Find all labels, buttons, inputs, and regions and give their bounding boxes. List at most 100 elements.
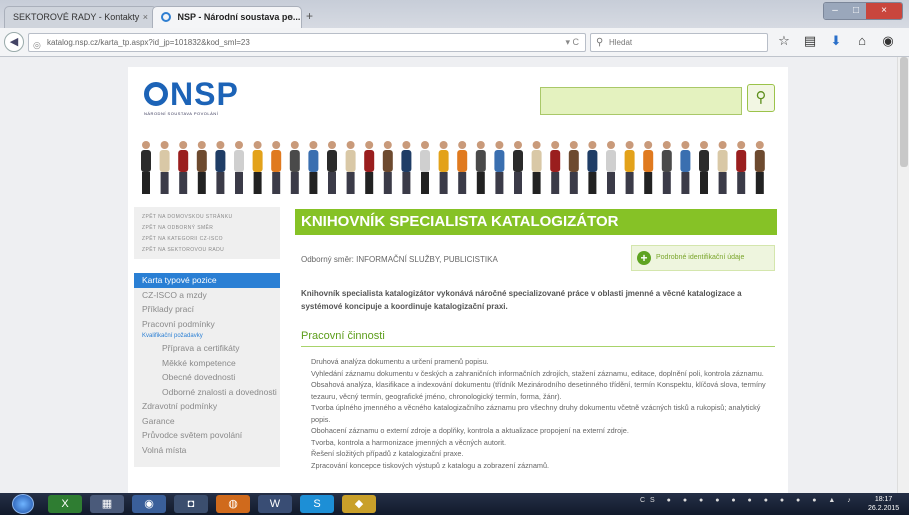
person-figure — [754, 141, 765, 194]
plus-circle-icon: + — [637, 251, 651, 265]
url-bar[interactable]: ◎ katalog.nsp.cz/karta_tp.aspx?id_jp=101… — [28, 33, 586, 52]
person-figure — [606, 141, 616, 194]
back-link-obor[interactable]: ZPĚT NA ODBORNÝ SMĚR — [142, 223, 272, 234]
logo-ring-icon — [144, 82, 168, 106]
person-figure — [196, 141, 207, 194]
back-button[interactable]: ◀ — [4, 32, 24, 52]
tab-sektorove-rady[interactable]: SEKTOROVÉ RADY - Kontakty × — [4, 6, 157, 28]
sidebar-item[interactable]: Průvodce světem povolání — [134, 428, 280, 443]
system-tray: CS ● ● ● ● ● ● ● ● ● ● ▲ ♪ — [640, 497, 856, 504]
main-content: KNIHOVNÍK SPECIALISTA KATALOGIZÁTOR Odbo… — [295, 209, 777, 493]
person-figure — [178, 141, 189, 194]
page-title: KNIHOVNÍK SPECIALISTA KATALOGIZÁTOR — [295, 209, 777, 235]
pocket-icon[interactable]: ◉ — [880, 33, 896, 49]
activity-item: Tvorba úplného jmenného a věcného katalo… — [311, 403, 761, 424]
sidebar-item[interactable]: Přípravа a certifikáty — [134, 341, 280, 356]
detail-button[interactable]: + Podrobné identifikační údaje — [631, 245, 775, 271]
close-window-button[interactable]: × — [866, 3, 902, 19]
obor-info: Odborný směr: INFORMAČNÍ SLUŽBY, PUBLICI… — [301, 255, 498, 264]
scrollbar[interactable] — [897, 57, 909, 493]
activity-item: Obsahová analýza, klasifikace a indexová… — [311, 380, 766, 401]
skype-icon[interactable]: S — [300, 495, 334, 513]
clock-date: 26.2.2015 — [868, 505, 900, 512]
reload-icon[interactable]: ▾ C — [565, 34, 579, 51]
sidebar-item[interactable]: Karta typové pozice — [134, 273, 280, 288]
person-figure — [271, 141, 282, 194]
person-figure — [438, 141, 449, 194]
clock[interactable]: 18:17 26.2.2015 — [868, 495, 899, 513]
language-indicator[interactable]: CS — [640, 497, 660, 504]
person-figure — [141, 141, 151, 194]
person-figure — [215, 141, 226, 194]
browser-search-input[interactable]: ⚲ Hledat — [590, 33, 768, 52]
globe-icon: ◎ — [33, 40, 41, 50]
person-figure — [568, 141, 579, 194]
maximize-button[interactable]: □ — [846, 3, 866, 19]
window-controls: – □ × — [823, 2, 903, 20]
person-figure — [587, 141, 598, 194]
person-figure — [717, 141, 728, 194]
sidebar-item[interactable]: Garance — [134, 414, 280, 429]
back-link-isco[interactable]: ZPĚT NA KATEGORII CZ-ISCO — [142, 234, 272, 245]
logo-text: NSP — [170, 76, 239, 112]
person-figure — [513, 141, 523, 194]
person-figure — [531, 141, 542, 194]
explorer-icon[interactable]: ▦ — [90, 495, 124, 513]
star-icon[interactable]: ☆ — [776, 33, 792, 49]
activity-item: Vyhledání záznamu dokumentu v českých a … — [311, 368, 764, 378]
activity-item: Obohacení záznamu o externí zdroje a dop… — [311, 426, 629, 435]
minimize-button[interactable]: – — [824, 3, 846, 19]
sidebar-menu: Karta typové pozice CZ-ISCO a mzdy Příklad… — [134, 273, 280, 467]
people-banner — [141, 141, 765, 194]
sidebar-item[interactable]: Odborné znalosti a dovednosti — [134, 385, 280, 400]
page-viewport: NSP NÁRODNÍ SOUSTAVA POVOLÁNÍ ⚲ ZPĚT NA … — [0, 57, 909, 493]
plus-icon[interactable]: + — [306, 9, 313, 23]
person-figure — [420, 141, 430, 194]
word-icon[interactable]: W — [258, 495, 292, 513]
site-search-input[interactable] — [540, 87, 742, 115]
person-figure — [680, 141, 691, 194]
back-links: ZPĚT NA DOMOVSKOU STRÁNKU ZPĚT NA ODBORN… — [134, 207, 280, 259]
firefox-icon[interactable]: ◍ — [216, 495, 250, 513]
person-figure — [736, 141, 747, 194]
nsp-logo[interactable]: NSP NÁRODNÍ SOUSTAVA POVOLÁNÍ — [144, 77, 239, 116]
person-figure — [364, 141, 375, 194]
section-divider — [301, 346, 775, 347]
activity-item: Druhová analýza dokumentu a určení prame… — [311, 357, 489, 366]
obor-label: Odborný směr: — [301, 255, 354, 264]
download-icon[interactable]: ⬇ — [828, 33, 844, 49]
tab-bar: SEKTOROVÉ RADY - Kontakty × NSP - Národn… — [0, 0, 909, 28]
bookmarks-icon[interactable]: ▤ — [802, 33, 818, 49]
sidebar-item[interactable]: CZ-ISCO a mzdy — [134, 288, 280, 303]
tab-title: NSP - Národní soustava po... — [177, 12, 301, 22]
search-icon[interactable]: ⚲ — [747, 84, 775, 112]
sidebar-item[interactable]: Kvalifikační požadavky — [134, 331, 280, 341]
sidebar-item[interactable]: Pracovní podmínky — [134, 317, 280, 332]
browser-chrome: SEKTOROVÉ RADY - Kontakty × NSP - Národn… — [0, 0, 909, 57]
scrollbar-thumb[interactable] — [900, 57, 908, 167]
close-icon[interactable]: × — [143, 7, 148, 27]
outlook-icon[interactable]: ◘ — [174, 495, 208, 513]
chrome-icon[interactable]: ◉ — [132, 495, 166, 513]
home-icon[interactable]: ⌂ — [854, 33, 870, 49]
excel-icon[interactable]: X — [48, 495, 82, 513]
close-icon[interactable]: × — [288, 7, 293, 27]
back-link-rada[interactable]: ZPĚT NA SEKTOROVOU RADU — [142, 245, 272, 256]
tab-nsp[interactable]: NSP - Národní soustava po... × — [152, 6, 302, 28]
app-icon[interactable]: ◆ — [342, 495, 376, 513]
toolbar-icons: ☆ ▤ ⬇ ⌂ ◉ ≡ — [776, 33, 909, 49]
intro-text: Knihovník specialista katalogizátor vyko… — [301, 289, 742, 311]
section-title: Pracovní činnosti — [301, 330, 385, 342]
start-button[interactable] — [12, 494, 34, 514]
sidebar-item[interactable]: Příklady prací — [134, 302, 280, 317]
obor-value: INFORMAČNÍ SLUŽBY, PUBLICISTIKA — [356, 255, 498, 264]
page: NSP NÁRODNÍ SOUSTAVA POVOLÁNÍ ⚲ ZPĚT NA … — [128, 67, 788, 493]
sidebar-item[interactable]: Obecné dovednosti — [134, 370, 280, 385]
sidebar-item[interactable]: Volná místa — [134, 443, 280, 458]
person-figure — [699, 141, 709, 194]
person-figure — [475, 141, 486, 194]
sidebar-item[interactable]: Zdravotní podmínky — [134, 399, 280, 414]
sidebar-item[interactable]: Měkké kompetence — [134, 356, 280, 371]
back-link-home[interactable]: ZPĚT NA DOMOVSKOU STRÁNKU — [142, 212, 272, 223]
person-figure — [494, 141, 505, 194]
